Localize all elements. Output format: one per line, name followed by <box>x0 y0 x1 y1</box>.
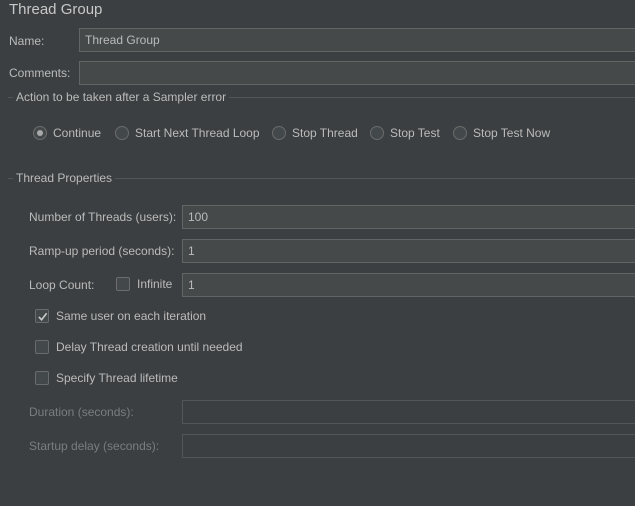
sampler-error-group-title: Action to be taken after a Sampler error <box>13 90 230 104</box>
radio-start-next-thread-loop[interactable]: Start Next Thread Loop <box>115 126 260 140</box>
radio-stop-test-now-label: Stop Test Now <box>473 126 551 140</box>
same-user-label: Same user on each iteration <box>56 309 207 323</box>
infinite-checkbox[interactable] <box>116 277 130 291</box>
name-field[interactable]: Thread Group <box>79 28 635 52</box>
radio-button[interactable] <box>33 126 47 140</box>
same-user-checkbox[interactable] <box>35 309 49 323</box>
infinite-label: Infinite <box>137 277 173 291</box>
specify-lifetime-option[interactable]: Specify Thread lifetime <box>35 371 178 385</box>
page-title: Thread Group <box>9 1 103 18</box>
delay-creation-option[interactable]: Delay Thread creation until needed <box>35 340 243 354</box>
threads-field[interactable]: 100 <box>182 205 635 229</box>
name-label: Name: <box>9 34 45 48</box>
radio-stop-test[interactable]: Stop Test <box>370 126 440 140</box>
checkmark-icon <box>37 312 47 321</box>
radio-button[interactable] <box>370 126 384 140</box>
loop-count-label: Loop Count: <box>29 278 95 292</box>
threads-label: Number of Threads (users): <box>29 210 177 224</box>
comments-field[interactable] <box>79 61 635 85</box>
thread-properties-group-title: Thread Properties <box>13 171 116 185</box>
delay-creation-checkbox[interactable] <box>35 340 49 354</box>
radio-button[interactable] <box>272 126 286 140</box>
radio-button[interactable] <box>453 126 467 140</box>
loop-count-field[interactable]: 1 <box>182 273 635 297</box>
infinite-checkbox-option[interactable]: Infinite <box>116 277 172 291</box>
duration-field[interactable] <box>182 400 635 424</box>
comments-label: Comments: <box>9 66 71 80</box>
specify-lifetime-label: Specify Thread lifetime <box>56 371 178 385</box>
radio-selected-dot <box>37 130 43 136</box>
specify-lifetime-checkbox[interactable] <box>35 371 49 385</box>
radio-continue-label: Continue <box>53 126 102 140</box>
radio-stop-test-now[interactable]: Stop Test Now <box>453 126 550 140</box>
startup-delay-label: Startup delay (seconds): <box>29 439 160 453</box>
startup-delay-field[interactable] <box>182 434 635 458</box>
duration-label: Duration (seconds): <box>29 405 134 419</box>
ramp-up-label: Ramp-up period (seconds): <box>29 244 175 258</box>
ramp-up-field[interactable]: 1 <box>182 239 635 263</box>
delay-creation-label: Delay Thread creation until needed <box>56 340 243 354</box>
radio-start-next-thread-loop-label: Start Next Thread Loop <box>135 126 260 140</box>
radio-continue[interactable]: Continue <box>33 126 101 140</box>
radio-stop-test-label: Stop Test <box>390 126 440 140</box>
radio-stop-thread-label: Stop Thread <box>292 126 358 140</box>
radio-button[interactable] <box>115 126 129 140</box>
same-user-option[interactable]: Same user on each iteration <box>35 309 206 323</box>
radio-stop-thread[interactable]: Stop Thread <box>272 126 358 140</box>
